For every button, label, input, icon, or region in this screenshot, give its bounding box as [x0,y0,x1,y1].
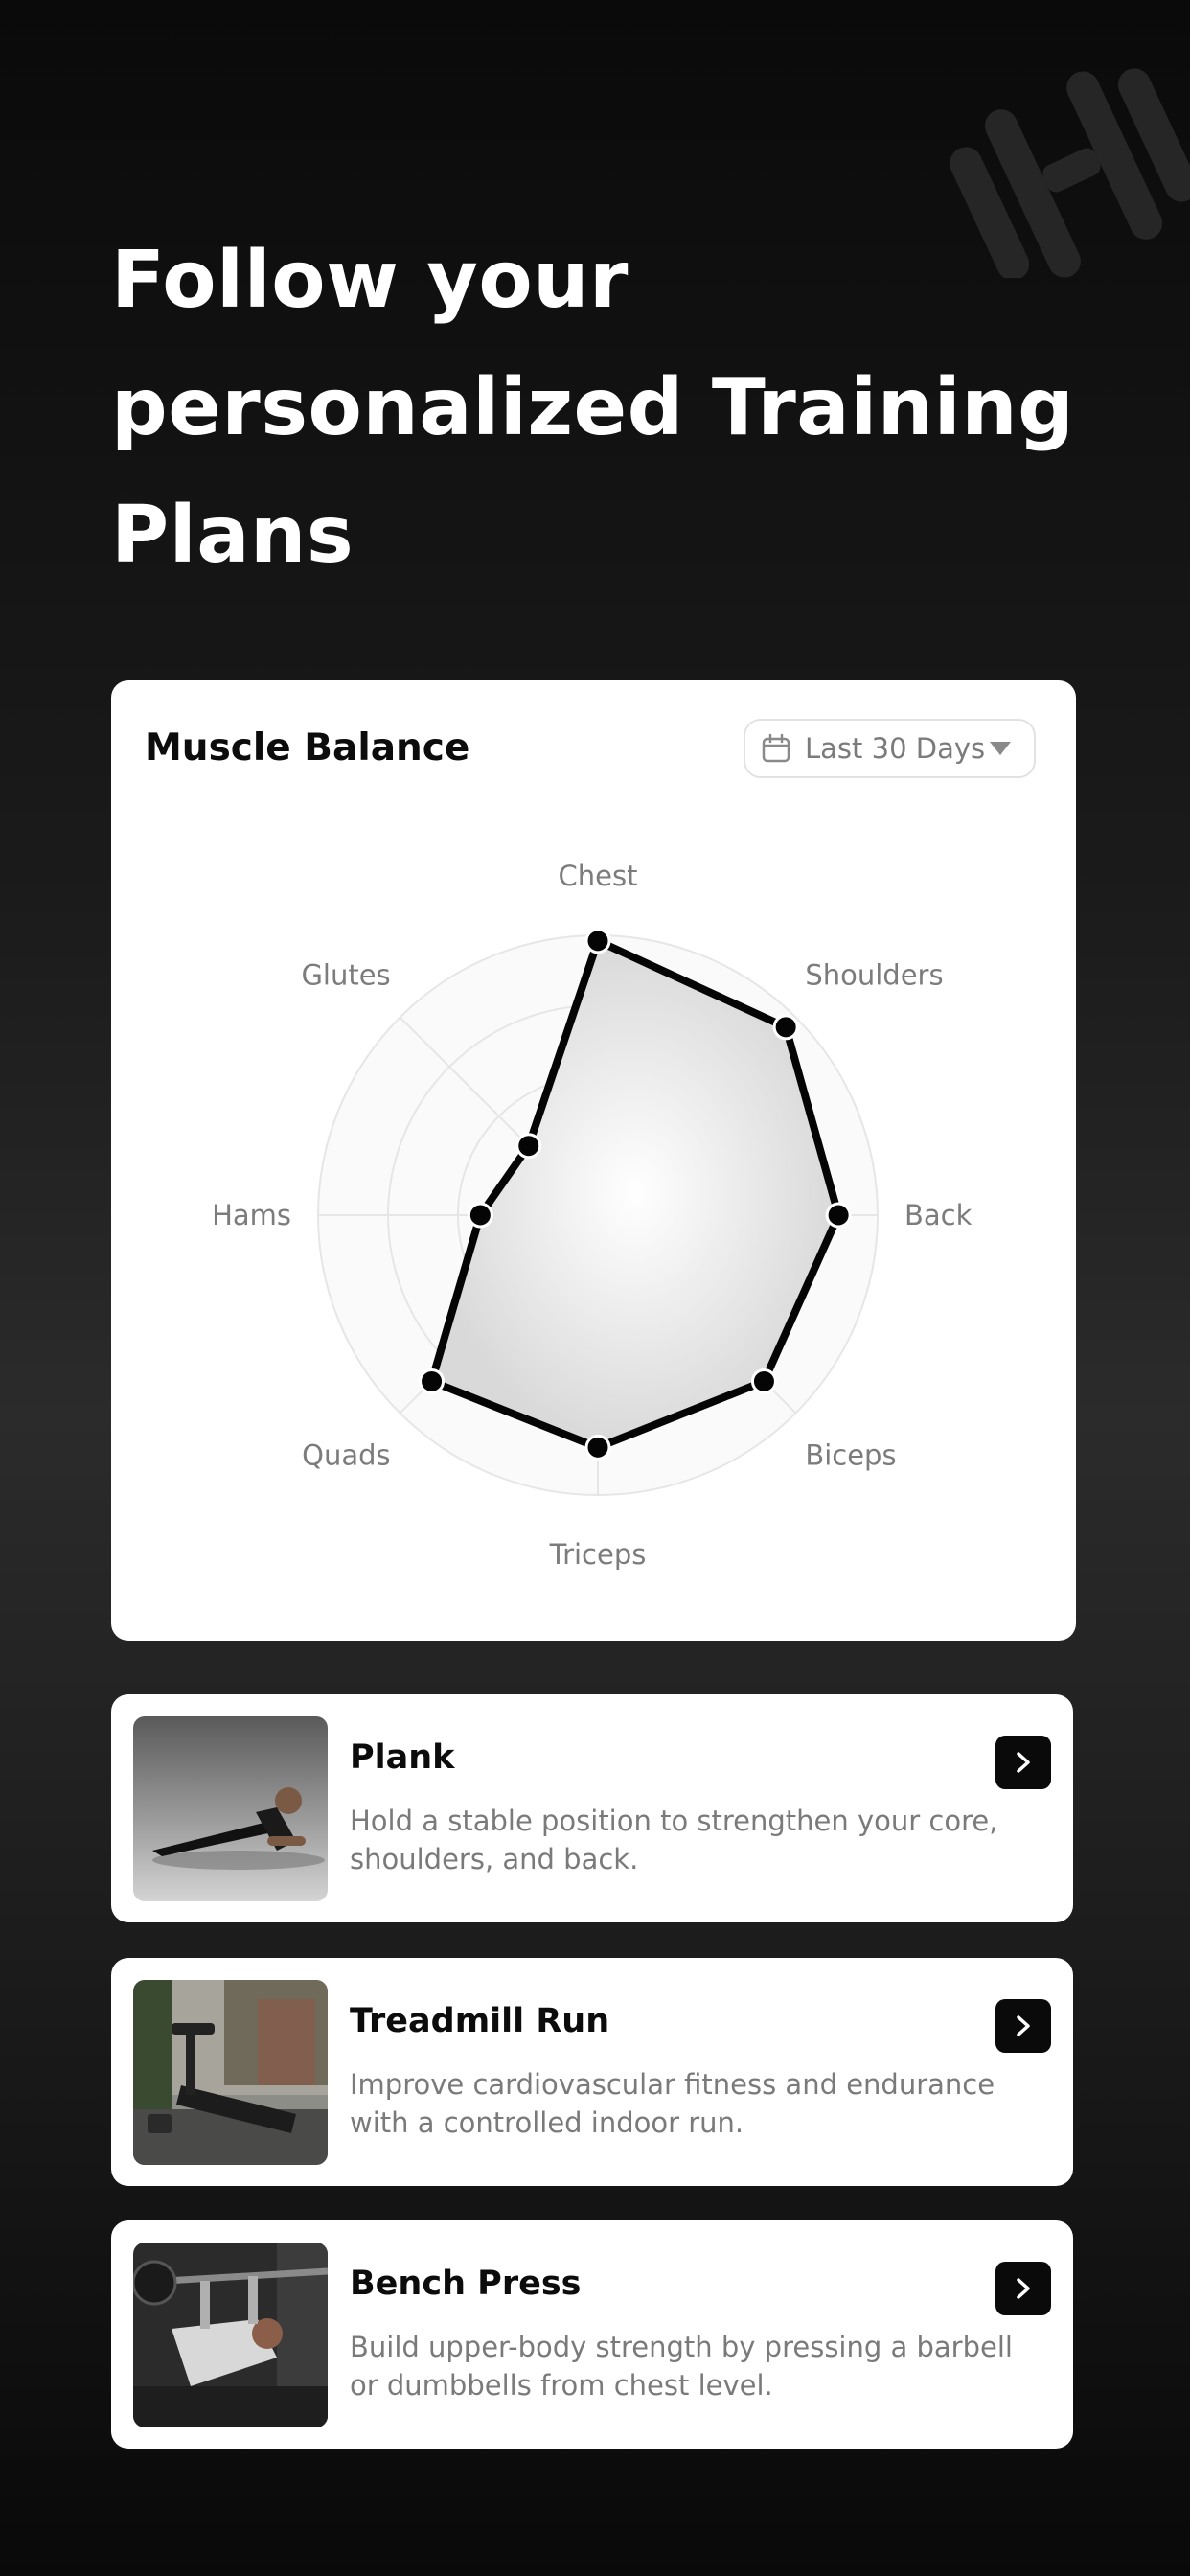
muscle-balance-radar-chart: Chest Shoulders Back Biceps Triceps Quads Hams… [212,860,973,1571]
radar-axis-label-hams: Hams [212,1199,291,1231]
chevron-right-icon [1017,1752,1030,1773]
radar-axis-label-triceps: Triceps [549,1538,647,1571]
radar-axis-label-quads: Quads [302,1438,391,1471]
radar-point-shoulders [772,1014,799,1041]
exercise-description: Build upper-body strength by pressing a … [350,2331,1013,2402]
exercise-title: Plank [350,1738,455,1777]
exercise-card-treadmill-run[interactable]: Treadmill Run Improve cardiovascular fit… [111,1958,1073,2186]
headline-line-3: Plans [111,490,355,581]
muscle-balance-card: Muscle Balance Last 30 Days Chest Shoulde… [111,680,1076,1641]
chevron-right-icon [1017,2015,1030,2036]
exercise-title: Bench Press [350,2265,582,2303]
radar-point-glutes [515,1133,542,1160]
open-exercise-button[interactable] [995,1736,1051,1789]
radar-point-quads [419,1368,446,1394]
headline-line-1: Follow your [111,235,629,326]
radar-axis-label-glutes: Glutes [301,959,390,992]
radar-axis-label-biceps: Biceps [805,1438,896,1471]
radar-axis-label-chest: Chest [559,860,638,892]
open-exercise-button[interactable] [995,1999,1051,2053]
exercise-title: Treadmill Run [350,2002,610,2040]
open-exercise-button[interactable] [995,2262,1051,2315]
chevron-right-icon [1017,2278,1030,2299]
radar-point-biceps [750,1368,777,1394]
bench-press-thumbnail [133,2242,328,2427]
page-headline: Follow your personalized Training Plans [111,217,1108,599]
radar-axis-label-shoulders: Shoulders [805,959,943,992]
exercise-card-bench-press[interactable]: Bench Press Build upper-body strength by… [111,2220,1073,2449]
treadmill-thumbnail [133,1980,328,2165]
radar-point-hams [467,1202,493,1229]
radar-point-back [825,1202,852,1229]
headline-line-2: personalized Training [111,362,1075,453]
radar-point-triceps [584,1434,611,1460]
radar-axis-label-back: Back [904,1199,973,1231]
plank-thumbnail [133,1716,328,1901]
exercise-description: Improve cardiovascular fitness and endur… [350,2068,995,2139]
radar-point-chest [584,928,611,954]
exercise-description: Hold a stable position to strengthen you… [350,1805,998,1875]
exercise-card-plank[interactable]: Plank Hold a stable position to strength… [111,1694,1073,1922]
